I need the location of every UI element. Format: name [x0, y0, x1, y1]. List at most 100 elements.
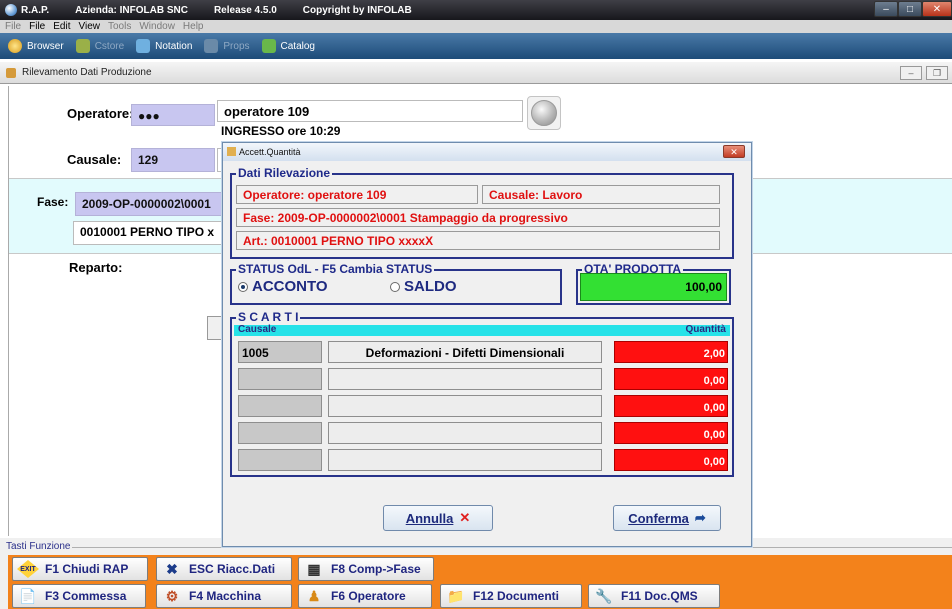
form-icon [6, 68, 16, 78]
operatore-code-field[interactable]: ●●● [131, 104, 215, 126]
toolbar-notation-label: Notation [155, 40, 193, 52]
scarti-quantity[interactable]: 0,00 [614, 449, 728, 471]
grid-icon: ▦ [307, 560, 321, 577]
f3-commessa-button[interactable]: 📄 F3 Commessa [12, 584, 146, 608]
browser-icon [8, 39, 22, 53]
maximize-button[interactable]: □ [898, 1, 922, 17]
form-title-bar: Rilevamento Dati Produzione – ❐ [0, 62, 952, 84]
scarti-code[interactable]: 1005 [238, 341, 322, 363]
menu-file[interactable]: File [29, 21, 45, 32]
function-keys-frame: Tasti Funzione EXIT F1 Chiudi RAP ✖ ESC … [0, 538, 952, 609]
dialog-title-bar: Accett.Quantità ✕ [223, 143, 751, 161]
tools-icon: ✖ [166, 560, 178, 577]
qta-prodotta-field[interactable]: 100,00 [580, 273, 727, 301]
f11-doc-qms-button[interactable]: 🔧 F11 Doc.QMS [588, 584, 720, 608]
function-keys-divider [64, 547, 952, 548]
scarti-code[interactable] [238, 368, 322, 390]
wrench-icon: 🔧 [595, 587, 613, 604]
minimize-button[interactable]: – [874, 1, 898, 17]
status-orb-frame[interactable] [527, 96, 561, 130]
menu-help[interactable]: Help [183, 21, 204, 32]
app-icon [5, 4, 17, 16]
hidden-button[interactable] [207, 316, 223, 340]
document-icon: 📄 [19, 587, 37, 604]
cancel-x-icon: ✕ [459, 510, 471, 525]
scarti-quantity[interactable]: 2,00 [614, 341, 728, 363]
scarti-description [328, 449, 602, 471]
f1-label: F1 Chiudi RAP [45, 562, 129, 576]
operatore-label: Operatore: [67, 106, 134, 121]
folder-icon: 📁 [447, 587, 465, 604]
dati-causale: Causale: Lavoro [482, 185, 720, 204]
scarti-col-causale: Causale [238, 324, 277, 335]
toolbar-browser[interactable]: Browser [8, 39, 64, 53]
causale-label: Causale: [67, 152, 122, 167]
reparto-label: Reparto: [69, 260, 123, 275]
scarti-description [328, 422, 602, 444]
toolbar-catalog-label: Catalog [280, 40, 315, 52]
toolbar-notation[interactable]: Notation [136, 39, 192, 53]
person-icon: ♟ [307, 587, 321, 604]
causale-code-field[interactable]: 129 [131, 148, 215, 172]
toolbar-props: Props [204, 39, 250, 53]
form-minimize-button[interactable]: – [900, 66, 922, 80]
scarti-quantity[interactable]: 0,00 [614, 422, 728, 444]
toolbar: Browser Cstore Notation Props Catalog [0, 33, 952, 59]
release-label: Release 4.5.0 [213, 4, 277, 16]
toolbar-cstore: Cstore [75, 39, 125, 53]
f4-macchina-button[interactable]: ⚙ F4 Macchina [156, 584, 292, 608]
scarti-description [328, 368, 602, 390]
scarti-code[interactable] [238, 395, 322, 417]
exit-icon: EXIT [17, 560, 39, 578]
fase-field[interactable]: 2009-OP-0000002\0001 [75, 192, 227, 216]
f12-documenti-button[interactable]: 📁 F12 Documenti [440, 584, 582, 608]
form-restore-button[interactable]: ❐ [926, 66, 948, 80]
ingresso-text: INGRESSO ore 10:29 [221, 124, 341, 138]
scarti-legend: S C A R T I [236, 310, 301, 324]
dialog-icon [227, 147, 236, 156]
saldo-radio[interactable]: SALDO [390, 278, 457, 295]
annulla-button[interactable]: Annulla ✕ [383, 505, 493, 531]
status-orb-icon [531, 100, 557, 126]
form-title: Rilevamento Dati Produzione [22, 67, 152, 78]
function-keys-legend: Tasti Funzione [4, 541, 73, 552]
f8-comp-fase-button[interactable]: ▦ F8 Comp->Fase [298, 557, 434, 581]
dialog-close-button[interactable]: ✕ [723, 145, 745, 158]
catalog-icon [261, 39, 276, 53]
dati-rilevazione-legend: Dati Rilevazione [236, 166, 333, 180]
scarti-code[interactable] [238, 422, 322, 444]
toolbar-cstore-label: Cstore [94, 40, 125, 52]
menu-window[interactable]: Window [139, 21, 175, 32]
conferma-button[interactable]: Conferma ➦ [613, 505, 721, 531]
saldo-label: SALDO [404, 278, 457, 295]
scarti-header: Causale Quantità [234, 324, 730, 336]
props-icon [204, 39, 219, 53]
esc-riacc-dati-button[interactable]: ✖ ESC Riacc.Dati [156, 557, 292, 581]
scarti-code[interactable] [238, 449, 322, 471]
scarti-quantity[interactable]: 0,00 [614, 395, 728, 417]
f3-label: F3 Commessa [45, 589, 127, 603]
menu-tools[interactable]: Tools [108, 21, 131, 32]
esc-label: ESC Riacc.Dati [189, 562, 276, 576]
dialog-title: Accett.Quantità [239, 147, 301, 157]
close-button[interactable]: ✕ [922, 1, 952, 17]
scarti-group: S C A R T I Causale Quantità 1005 Deform… [230, 310, 734, 477]
operatore-name-field: operatore 109 [217, 100, 523, 122]
acconto-radio[interactable]: ACCONTO [238, 278, 328, 295]
accett-quantita-dialog: Accett.Quantità ✕ Dati Rilevazione Opera… [222, 142, 752, 547]
menu-view[interactable]: View [78, 21, 100, 32]
toolbar-catalog[interactable]: Catalog [261, 39, 315, 53]
f6-operatore-button[interactable]: ♟ F6 Operatore [298, 584, 432, 608]
fase-label: Fase: [37, 195, 69, 209]
title-bar: R.A.P. Azienda: INFOLAB SNC Release 4.5.… [0, 0, 952, 20]
copyright-label: Copyright by INFOLAB [302, 4, 412, 16]
scarti-quantity[interactable]: 0,00 [614, 368, 728, 390]
azienda-label: Azienda: INFOLAB SNC [75, 4, 188, 16]
notation-icon [136, 39, 151, 53]
qta-prodotta-group: QTA' PRODOTTA 100,00 [576, 262, 731, 305]
f1-chiudi-rap-button[interactable]: EXIT F1 Chiudi RAP [12, 557, 148, 581]
f11-label: F11 Doc.QMS [621, 589, 698, 603]
acconto-radio-dot [238, 281, 248, 292]
scarti-col-quantita: Quantità [685, 324, 726, 335]
menu-edit[interactable]: Edit [53, 21, 70, 32]
